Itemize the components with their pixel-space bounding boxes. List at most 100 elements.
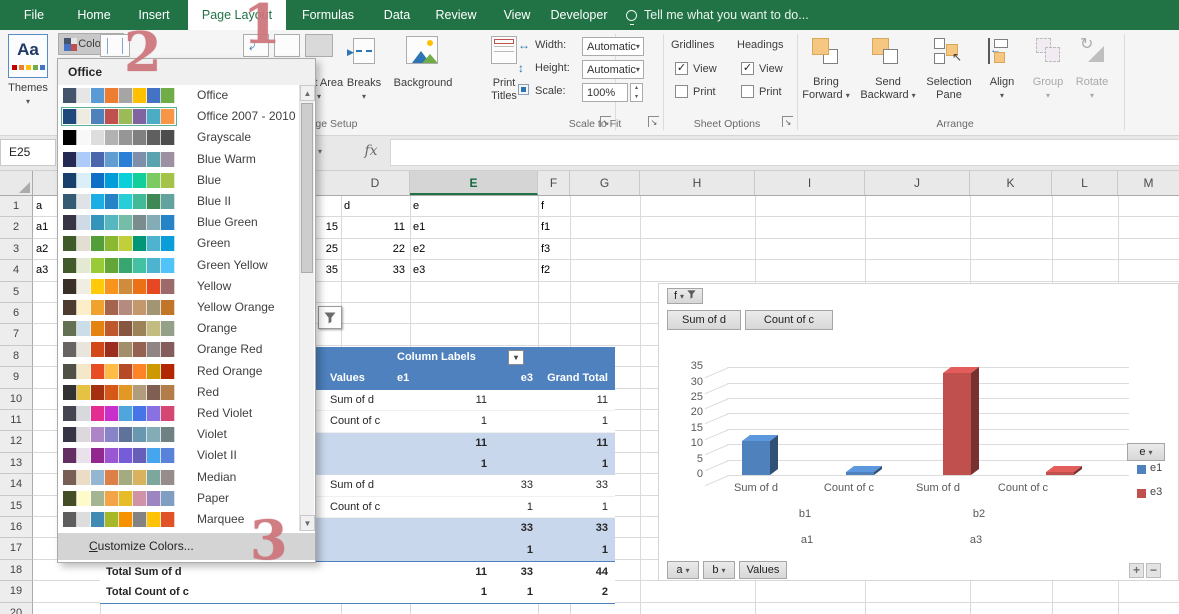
theme-item-yellow[interactable]: Yellow [58, 276, 298, 297]
column-header-E[interactable]: E [410, 171, 538, 195]
pivot-page-filter-button[interactable] [318, 306, 342, 329]
column-header-D[interactable]: D [341, 171, 410, 195]
selection-pane-button[interactable]: Selection Pane [920, 76, 978, 102]
scale-input[interactable]: 100% [582, 83, 628, 102]
cell[interactable]: d [344, 196, 350, 217]
tell-me-box[interactable]: Tell me what you want to do... [626, 0, 809, 30]
cell[interactable]: a2 [36, 239, 48, 260]
row-header-2[interactable]: 2 [0, 217, 33, 238]
cell[interactable]: e2 [413, 239, 425, 260]
row-header-3[interactable]: 3 [0, 239, 33, 260]
theme-item-green[interactable]: Green [58, 233, 298, 254]
column-header-K[interactable]: K [970, 171, 1052, 195]
theme-item-blue-green[interactable]: Blue Green [58, 212, 298, 233]
height-select[interactable]: Automatic▾ [582, 60, 644, 79]
headings-print-checkbox[interactable] [741, 85, 754, 98]
cell[interactable]: a1 [36, 217, 48, 238]
scale-spinner[interactable]: ▴▾ [630, 83, 643, 102]
theme-item-violet-ii[interactable]: Violet II [58, 445, 298, 466]
name-box[interactable]: E25 [0, 139, 56, 166]
chart-bar-e1-sum-of-d[interactable] [742, 435, 778, 475]
width-select[interactable]: Automatic▾ [582, 37, 644, 56]
row-header-6[interactable]: 6 [0, 303, 33, 324]
cell[interactable]: e3 [413, 260, 425, 281]
chart-bar-e3-count-of-c[interactable] [1046, 466, 1082, 475]
theme-item-office-2007-2010[interactable]: Office 2007 - 2010 [58, 106, 298, 127]
theme-item-orange-red[interactable]: Orange Red [58, 339, 298, 360]
column-header-H[interactable]: H [640, 171, 755, 195]
background-button[interactable]: Background [388, 77, 458, 90]
theme-item-violet[interactable]: Violet [58, 424, 298, 445]
column-header-G[interactable]: G [570, 171, 640, 195]
row-header-20[interactable]: 20 [0, 603, 33, 614]
row-header-9[interactable]: 9 [0, 367, 33, 388]
row-header-19[interactable]: 19 [0, 581, 33, 602]
row-header-17[interactable]: 17 [0, 538, 33, 559]
cell[interactable]: e [413, 196, 419, 217]
column-header-I[interactable]: I [755, 171, 865, 195]
theme-item-red-violet[interactable]: Red Violet [58, 403, 298, 424]
printer-icon[interactable] [305, 34, 333, 57]
sheet-options-dialog-launcher[interactable]: ↘ [782, 116, 793, 127]
pivot-column-filter-button[interactable]: ▾ [508, 350, 524, 365]
row-header-4[interactable]: 4 [0, 260, 33, 281]
column-header-J[interactable]: J [865, 171, 970, 195]
chart-value-button-count-of-c[interactable]: Count of c [745, 310, 833, 330]
chart-value-button-sum-of-d[interactable]: Sum of d [667, 310, 741, 330]
cell[interactable]: f3 [541, 239, 550, 260]
chart-zoom-in-button[interactable]: + [1129, 563, 1144, 578]
cell[interactable]: 33 [345, 260, 405, 281]
theme-item-median[interactable]: Median [58, 467, 298, 488]
chart-bar-e3-sum-of-d[interactable] [943, 367, 979, 475]
scrollbar-thumb[interactable] [301, 103, 313, 273]
gridlines-view-checkbox[interactable]: ✓ [675, 62, 688, 75]
chart-legend-field-button[interactable]: e▾ [1127, 443, 1165, 461]
send-backward-button[interactable]: Send Backward ▾ [858, 76, 918, 102]
cell[interactable]: 11 [345, 217, 405, 238]
themes-button[interactable]: Themes▾ [0, 82, 56, 108]
tab-file[interactable]: File [14, 0, 54, 30]
theme-item-office[interactable]: Office [58, 85, 298, 106]
row-header-5[interactable]: 5 [0, 282, 33, 303]
theme-item-orange[interactable]: Orange [58, 318, 298, 339]
chart-axis-button-a[interactable]: a▾ [667, 561, 699, 579]
scale-to-fit-dialog-launcher[interactable]: ↘ [648, 116, 659, 127]
cell[interactable]: 22 [345, 239, 405, 260]
select-all-corner[interactable] [0, 171, 33, 196]
colors-menu-scrollbar[interactable]: ▲ ▼ [299, 85, 314, 531]
column-header-M[interactable]: M [1118, 171, 1179, 195]
row-header-10[interactable]: 10 [0, 389, 33, 410]
row-header-18[interactable]: 18 [0, 560, 33, 581]
cell[interactable]: e1 [413, 217, 425, 238]
cell[interactable]: f1 [541, 217, 550, 238]
row-header-11[interactable]: 11 [0, 410, 33, 431]
tab-review[interactable]: Review [430, 0, 482, 30]
insert-function-button[interactable]: fx [358, 143, 384, 163]
chart-filter-field-button[interactable]: f▾ [667, 288, 703, 304]
scrollbar-down-icon[interactable]: ▼ [300, 515, 315, 531]
chart-axis-button-values[interactable]: Values [739, 561, 787, 579]
row-header-1[interactable]: 1 [0, 196, 33, 217]
tab-data[interactable]: Data [378, 0, 416, 30]
bring-forward-button[interactable]: Bring Forward ▾ [798, 76, 854, 102]
scrollbar-up-icon[interactable]: ▲ [300, 85, 315, 101]
column-header-L[interactable]: L [1052, 171, 1118, 195]
theme-item-blue-warm[interactable]: Blue Warm [58, 149, 298, 170]
tab-home[interactable]: Home [70, 0, 118, 30]
theme-item-yellow-orange[interactable]: Yellow Orange [58, 297, 298, 318]
rotate-button[interactable]: Rotate▾ [1068, 76, 1116, 102]
row-header-12[interactable]: 12 [0, 431, 33, 452]
theme-item-red[interactable]: Red [58, 382, 298, 403]
formula-input[interactable] [390, 139, 1179, 166]
breaks-button[interactable]: Breaks▾ [338, 77, 390, 103]
theme-item-paper[interactable]: Paper [58, 488, 298, 509]
gridlines-print-checkbox[interactable] [675, 85, 688, 98]
headings-view-checkbox[interactable]: ✓ [741, 62, 754, 75]
cell[interactable]: a [36, 196, 42, 217]
row-header-8[interactable]: 8 [0, 346, 33, 367]
tab-developer[interactable]: Developer [548, 0, 610, 30]
row-header-14[interactable]: 14 [0, 474, 33, 495]
row-header-16[interactable]: 16 [0, 517, 33, 538]
chart-bar-e1-count-of-c[interactable] [846, 466, 882, 475]
theme-item-grayscale[interactable]: Grayscale [58, 127, 298, 148]
